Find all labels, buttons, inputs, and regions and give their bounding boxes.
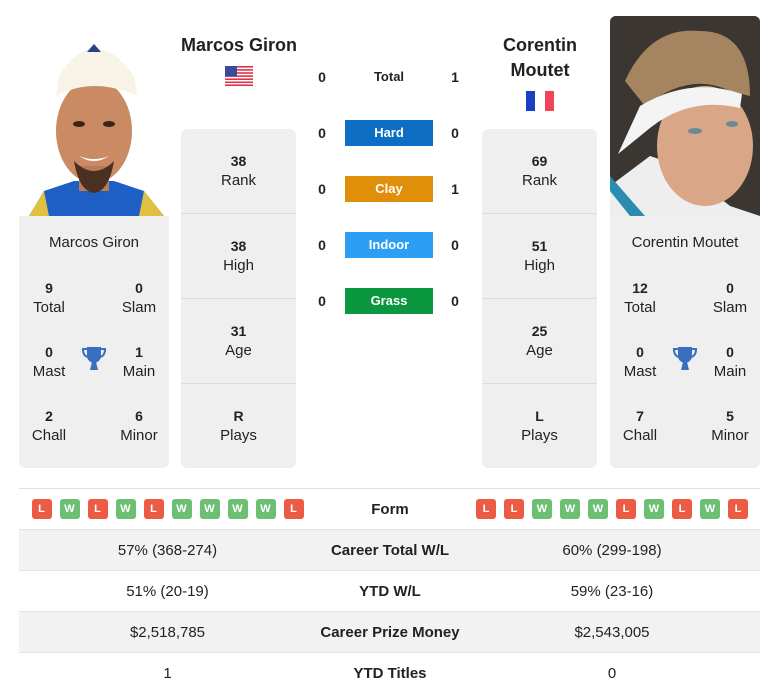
- player2-photo[interactable]: [610, 16, 760, 216]
- h2h-total-row: 0 Total 1: [300, 64, 480, 90]
- form-loss-badge[interactable]: L: [728, 499, 748, 519]
- player2-titles-name: Corentin Moutet: [631, 234, 739, 251]
- h2h-p1-count: 0: [318, 237, 326, 253]
- surface-hard-button[interactable]: Hard: [345, 120, 433, 146]
- h2h-indoor-row: 0 Indoor 0: [300, 232, 480, 258]
- player1-form: LWLWLWWWWL: [19, 499, 316, 519]
- form-win-badge[interactable]: W: [59, 499, 80, 519]
- player2-high: 51 High: [482, 214, 597, 299]
- h2h-p2-count: 1: [451, 181, 459, 197]
- player2-rank: 69 Rank: [482, 129, 597, 214]
- form-win-badge[interactable]: W: [171, 499, 192, 519]
- form-loss-badge[interactable]: L: [143, 499, 164, 519]
- player2-ytd-titles: 0: [607, 664, 617, 682]
- player2-age: 25 Age: [482, 299, 597, 384]
- player1-plays: R Plays: [220, 408, 257, 444]
- player2-titles-mast: 0 Mast: [623, 344, 657, 380]
- player1-rank: 38 Rank: [181, 129, 296, 214]
- form-loss-badge[interactable]: L: [87, 499, 108, 519]
- ytd-titles-row: 1 YTD Titles 0: [19, 652, 760, 693]
- surface-total-label[interactable]: Total: [345, 64, 433, 90]
- player1-titles-main: 1 Main: [122, 344, 156, 380]
- player1-titles-slam: 0 Slam: [121, 280, 157, 316]
- player1-titles-chall: 2 Chall: [31, 408, 67, 444]
- form-win-badge[interactable]: W: [700, 499, 720, 519]
- h2h-p2-count: 1: [451, 69, 459, 85]
- player2-titles-card: Corentin Moutet 12 Total 0 Slam 0 Mast 0…: [610, 216, 760, 468]
- player2-titles-total: 12 Total: [624, 280, 656, 316]
- h2h-p1-count: 0: [318, 125, 326, 141]
- player2-name[interactable]: Corentin Moutet: [478, 33, 602, 83]
- surface-indoor-button[interactable]: Indoor: [345, 232, 433, 258]
- form-label: Form: [371, 500, 409, 518]
- h2h-p2-count: 0: [451, 293, 459, 309]
- form-loss-badge[interactable]: L: [616, 499, 636, 519]
- h2h-p1-count: 0: [318, 181, 326, 197]
- fr-flag-icon: [526, 91, 554, 111]
- form-win-badge[interactable]: W: [255, 499, 276, 519]
- h2h-p1-count: 0: [318, 293, 326, 309]
- form-win-badge[interactable]: W: [588, 499, 608, 519]
- form-row: LWLWLWWWWL Form LLWWWLWLWL: [19, 488, 760, 529]
- form-loss-badge[interactable]: L: [283, 499, 304, 519]
- form-win-badge[interactable]: W: [532, 499, 552, 519]
- player1-titles-name: Marcos Giron: [48, 234, 140, 251]
- player1-name[interactable]: Marcos Giron: [176, 33, 302, 58]
- form-loss-badge[interactable]: L: [504, 499, 524, 519]
- form-loss-badge[interactable]: L: [476, 499, 496, 519]
- player2-info-card: 69 Rank 51 High 25 Age L Plays: [482, 129, 597, 468]
- player2-form-badges: LLWWWLWLWL: [464, 499, 760, 519]
- comparison-table: LWLWLWWWWL Form LLWWWLWLWL 57% (368-274)…: [19, 488, 760, 693]
- player2-titles-minor: 5 Minor: [711, 408, 749, 444]
- form-loss-badge[interactable]: L: [672, 499, 692, 519]
- prize-money-row: $2,518,785 Career Prize Money $2,543,005: [19, 611, 760, 652]
- h2h-grass-row: 0 Grass 0: [300, 288, 480, 314]
- player1-high: 38 High: [181, 214, 296, 299]
- h2h-clay-row: 0 Clay 1: [300, 176, 480, 202]
- form-win-badge[interactable]: W: [560, 499, 580, 519]
- player2-prize-money: $2,543,005: [574, 623, 650, 641]
- player-photo-icon: [19, 16, 169, 216]
- form-win-badge[interactable]: W: [227, 499, 248, 519]
- player1-info-card: 38 Rank 38 High 31 Age R Plays: [181, 129, 296, 468]
- form-win-badge[interactable]: W: [644, 499, 664, 519]
- ytd-titles-label: YTD Titles: [353, 664, 427, 682]
- form-loss-badge[interactable]: L: [31, 499, 52, 519]
- player1-titles-total: 9 Total: [33, 280, 65, 316]
- player2-form: LLWWWLWLWL: [464, 499, 760, 519]
- player2-career-wl: 60% (299-198): [562, 541, 662, 559]
- player2-titles-main: 0 Main: [713, 344, 747, 380]
- player1-age: 31 Age: [181, 299, 296, 384]
- form-win-badge[interactable]: W: [199, 499, 220, 519]
- surface-clay-button[interactable]: Clay: [345, 176, 433, 202]
- trophy-icon: [81, 346, 107, 372]
- player2-plays: L Plays: [521, 408, 558, 444]
- player1-photo[interactable]: [19, 16, 169, 216]
- player1-prize-money: $2,518,785: [129, 623, 206, 641]
- h2h-p2-count: 0: [451, 125, 459, 141]
- h2h-hard-row: 0 Hard 0: [300, 120, 480, 146]
- player1-titles-card: Marcos Giron 9 Total 0 Slam 0 Mast 1 Mai…: [19, 216, 169, 468]
- player1-titles-mast: 0 Mast: [32, 344, 66, 380]
- prize-money-label: Career Prize Money: [320, 623, 460, 641]
- player-photo-icon: [610, 16, 760, 216]
- h2h-p2-count: 0: [451, 237, 459, 253]
- career-wl-label: Career Total W/L: [330, 541, 450, 559]
- player2-titles-slam: 0 Slam: [712, 280, 748, 316]
- player1-ytd-titles: 1: [163, 664, 172, 682]
- ytd-wl-label: YTD W/L: [359, 582, 421, 600]
- ytd-wl-row: 51% (20-19) YTD W/L 59% (23-16): [19, 570, 760, 611]
- trophy-icon: [672, 346, 698, 372]
- player2-ytd-wl: 59% (23-16): [570, 582, 654, 600]
- player1-career-wl: 57% (368-274): [117, 541, 218, 559]
- us-flag-icon: [225, 66, 253, 86]
- player1-ytd-wl: 51% (20-19): [126, 582, 209, 600]
- career-wl-row: 57% (368-274) Career Total W/L 60% (299-…: [19, 529, 760, 570]
- player1-titles-minor: 6 Minor: [120, 408, 158, 444]
- form-win-badge[interactable]: W: [115, 499, 136, 519]
- surface-grass-button[interactable]: Grass: [345, 288, 433, 314]
- h2h-p1-count: 0: [318, 69, 326, 85]
- player2-titles-chall: 7 Chall: [622, 408, 658, 444]
- player1-form-badges: LWLWLWWWWL: [19, 499, 316, 519]
